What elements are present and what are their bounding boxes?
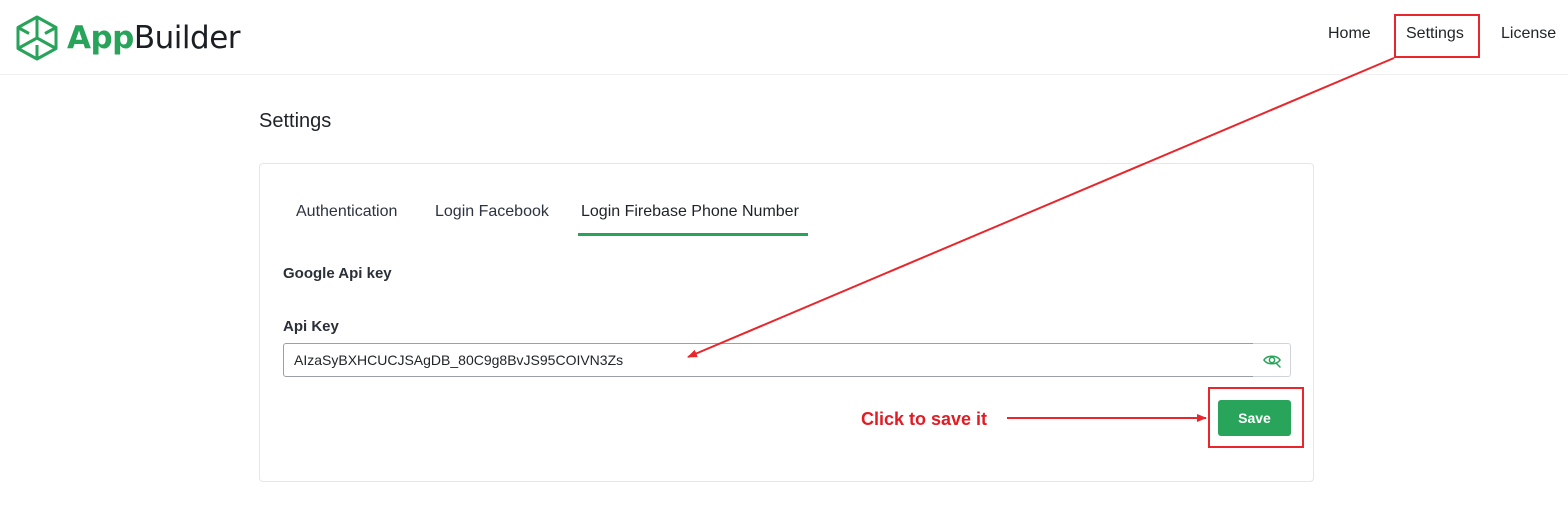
tab-login-facebook[interactable]: Login Facebook <box>435 202 549 222</box>
brand-name: AppBuilder <box>67 19 241 56</box>
eye-off-icon <box>1262 355 1281 368</box>
active-tab-indicator <box>578 233 808 236</box>
toggle-visibility-button[interactable] <box>1253 343 1291 377</box>
api-key-label: Api Key <box>283 318 339 335</box>
api-key-input[interactable] <box>283 343 1254 377</box>
tab-login-firebase-phone-number[interactable]: Login Firebase Phone Number <box>581 202 799 222</box>
brand-name-app: App <box>67 19 134 56</box>
nav-home-link[interactable]: Home <box>1328 24 1371 44</box>
page-title: Settings <box>259 110 332 132</box>
annotation-box-save <box>1208 387 1304 448</box>
section-title: Google Api key <box>283 265 392 282</box>
tab-authentication[interactable]: Authentication <box>296 202 397 222</box>
brand-name-builder: Builder <box>133 19 241 56</box>
annotation-text: Click to save it <box>861 409 988 429</box>
app-header: AppBuilder Home Settings License <box>0 0 1568 75</box>
nav-license-link[interactable]: License <box>1501 24 1556 44</box>
cube-logo-icon <box>16 15 58 61</box>
annotation-box-settings <box>1394 14 1480 58</box>
app-logo[interactable]: AppBuilder <box>15 15 241 61</box>
